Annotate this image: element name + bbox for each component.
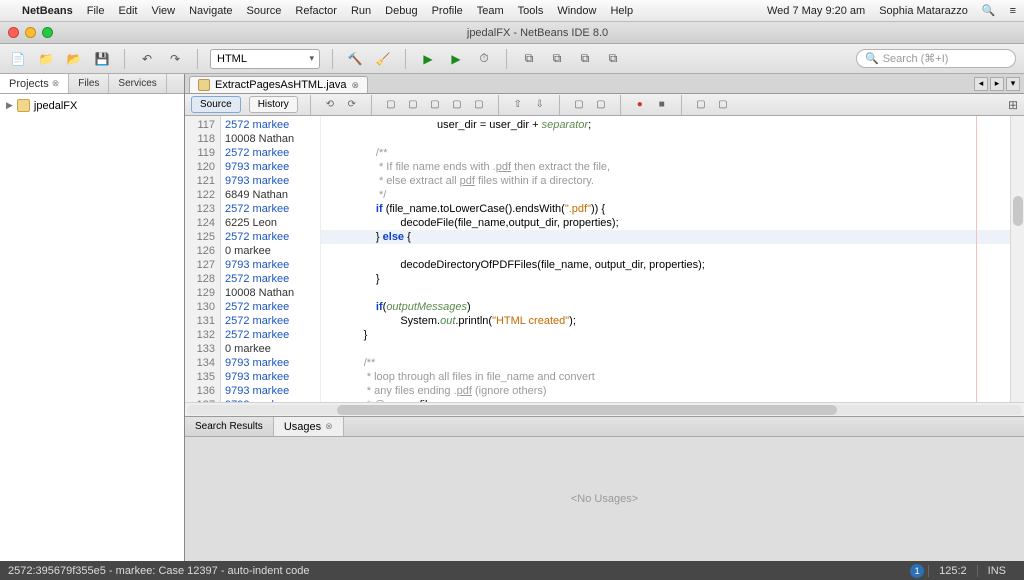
toolbutton-d[interactable]: ⧉ (603, 49, 623, 69)
tab-projects[interactable]: Projects⊗ (0, 74, 69, 93)
menu-tools[interactable]: Tools (518, 5, 544, 17)
maximize-editor-icon[interactable]: ⊞ (1008, 98, 1018, 112)
menu-refactor[interactable]: Refactor (295, 5, 337, 17)
app-menu[interactable]: NetBeans (22, 5, 73, 17)
editor-tool-icon[interactable]: ▢ (406, 98, 420, 112)
close-icon[interactable]: ⊗ (325, 421, 333, 432)
status-bar: 2572:395679f355e5 - markee: Case 12397 -… (0, 561, 1024, 580)
tab-scroll-right-icon[interactable]: ▸ (990, 77, 1004, 91)
notifications-badge[interactable]: 1 (910, 564, 924, 578)
tab-services[interactable]: Services (109, 74, 166, 93)
editor-tool-icon[interactable]: ▢ (450, 98, 464, 112)
annotation-gutter: 2572 markee10008 Nathan2572 markee9793 m… (221, 116, 321, 402)
editor-tool-icon[interactable]: ▢ (594, 98, 608, 112)
editor-tool-icon[interactable]: ⟳ (345, 98, 359, 112)
menu-help[interactable]: Help (610, 5, 633, 17)
tab-files[interactable]: Files (69, 74, 109, 93)
run-config-dropdown[interactable]: HTML (210, 49, 320, 69)
project-icon (17, 99, 30, 112)
tab-scroll-left-icon[interactable]: ◂ (974, 77, 988, 91)
editor-tool-icon[interactable]: ⇧ (511, 98, 525, 112)
output-panel: Search Results Usages⊗ <No Usages> (185, 416, 1024, 561)
java-file-icon (198, 79, 210, 91)
menu-team[interactable]: Team (477, 5, 504, 17)
menu-window[interactable]: Window (557, 5, 596, 17)
window-close-button[interactable] (8, 27, 19, 38)
editor-tabs-bar: ExtractPagesAsHTML.java ⊗ ◂ ▸ ▾ (185, 74, 1024, 94)
vertical-scrollbar[interactable] (1010, 116, 1024, 402)
run-icon[interactable]: ▶ (418, 49, 438, 69)
new-project-icon[interactable]: 📁 (36, 49, 56, 69)
window-minimize-button[interactable] (25, 27, 36, 38)
main-toolbar: 📄 📁 📂 💾 ↶ ↷ HTML 🔨 🧹 ▶ ▶ ⏱ ⧉ ⧉ ⧉ ⧉ 🔍 Sea… (0, 44, 1024, 74)
project-tree-item[interactable]: ▶ jpedalFX (6, 98, 178, 113)
open-icon[interactable]: 📂 (64, 49, 84, 69)
tab-list-icon[interactable]: ▾ (1006, 77, 1020, 91)
editor-tool-icon[interactable]: ▢ (572, 98, 586, 112)
tab-search-results[interactable]: Search Results (185, 417, 274, 436)
project-label: jpedalFX (34, 100, 77, 112)
scroll-thumb[interactable] (1013, 196, 1023, 226)
disclosure-icon[interactable]: ▶ (6, 100, 13, 111)
new-file-icon[interactable]: 📄 (8, 49, 28, 69)
right-margin-line (976, 116, 977, 402)
menu-run[interactable]: Run (351, 5, 371, 17)
editor-tool-icon[interactable]: ▢ (472, 98, 486, 112)
editor-tool-icon[interactable]: ▢ (694, 98, 708, 112)
window-zoom-button[interactable] (42, 27, 53, 38)
line-gutter[interactable]: 1171181191201211221231241251261271281291… (185, 116, 221, 402)
editor-tool-icon[interactable]: ▢ (384, 98, 398, 112)
usages-body: <No Usages> (185, 437, 1024, 561)
editor-tool-icon[interactable]: ▢ (428, 98, 442, 112)
record-macro-icon[interactable]: ● (633, 98, 647, 112)
cursor-position: 125:2 (928, 565, 977, 577)
tab-usages[interactable]: Usages⊗ (274, 417, 344, 436)
menubar-user[interactable]: Sophia Matarazzo (879, 5, 968, 17)
code-editor[interactable]: 1171181191201211221231241251261271281291… (185, 116, 1024, 402)
view-source-button[interactable]: Source (191, 96, 241, 113)
close-icon[interactable]: ⊗ (52, 78, 60, 89)
menu-edit[interactable]: Edit (118, 5, 137, 17)
toolbutton-a[interactable]: ⧉ (519, 49, 539, 69)
toolbutton-c[interactable]: ⧉ (575, 49, 595, 69)
editor-toolbar: Source History ⟲ ⟳ ▢ ▢ ▢ ▢ ▢ ⇧ ⇩ ▢ ▢ ● ■… (185, 94, 1024, 116)
clean-build-icon[interactable]: 🧹 (373, 49, 393, 69)
menu-file[interactable]: File (87, 5, 105, 17)
code-content[interactable]: user_dir = user_dir + separator; /** * I… (321, 116, 1010, 402)
window-title: jpedalFX - NetBeans IDE 8.0 (59, 27, 1016, 39)
redo-icon[interactable]: ↷ (165, 49, 185, 69)
spotlight-icon[interactable]: 🔍 (982, 4, 996, 17)
menubar-extras-icon[interactable]: ≡ (1010, 5, 1016, 17)
status-commit-info: 2572:395679f355e5 - markee: Case 12397 -… (8, 565, 310, 577)
view-history-button[interactable]: History (249, 96, 298, 113)
editor-tab-extractpages[interactable]: ExtractPagesAsHTML.java ⊗ (189, 76, 368, 93)
editor-tool-icon[interactable]: ▢ (716, 98, 730, 112)
scroll-thumb[interactable] (337, 405, 837, 415)
menubar-clock[interactable]: Wed 7 May 9:20 am (767, 5, 865, 17)
menu-profile[interactable]: Profile (432, 5, 463, 17)
toolbutton-b[interactable]: ⧉ (547, 49, 567, 69)
macos-menubar: NetBeans File Edit View Navigate Source … (0, 0, 1024, 22)
tab-close-icon[interactable]: ⊗ (351, 80, 359, 91)
build-icon[interactable]: 🔨 (345, 49, 365, 69)
window-titlebar: jpedalFX - NetBeans IDE 8.0 (0, 22, 1024, 44)
menu-navigate[interactable]: Navigate (189, 5, 232, 17)
stop-macro-icon[interactable]: ■ (655, 98, 669, 112)
profile-icon[interactable]: ⏱ (474, 49, 494, 69)
save-all-icon[interactable]: 💾 (92, 49, 112, 69)
editor-tab-label: ExtractPagesAsHTML.java (215, 79, 346, 91)
menu-debug[interactable]: Debug (385, 5, 417, 17)
global-search-input[interactable]: 🔍 Search (⌘+I) (856, 49, 1016, 68)
insert-mode[interactable]: INS (977, 565, 1016, 577)
menu-source[interactable]: Source (247, 5, 282, 17)
projects-pane: Projects⊗ Files Services ▶ jpedalFX (0, 74, 185, 561)
editor-tool-icon[interactable]: ⟲ (323, 98, 337, 112)
undo-icon[interactable]: ↶ (137, 49, 157, 69)
menu-view[interactable]: View (151, 5, 175, 17)
debug-icon[interactable]: ▶ (446, 49, 466, 69)
editor-tool-icon[interactable]: ⇩ (533, 98, 547, 112)
horizontal-scrollbar[interactable] (185, 402, 1024, 416)
